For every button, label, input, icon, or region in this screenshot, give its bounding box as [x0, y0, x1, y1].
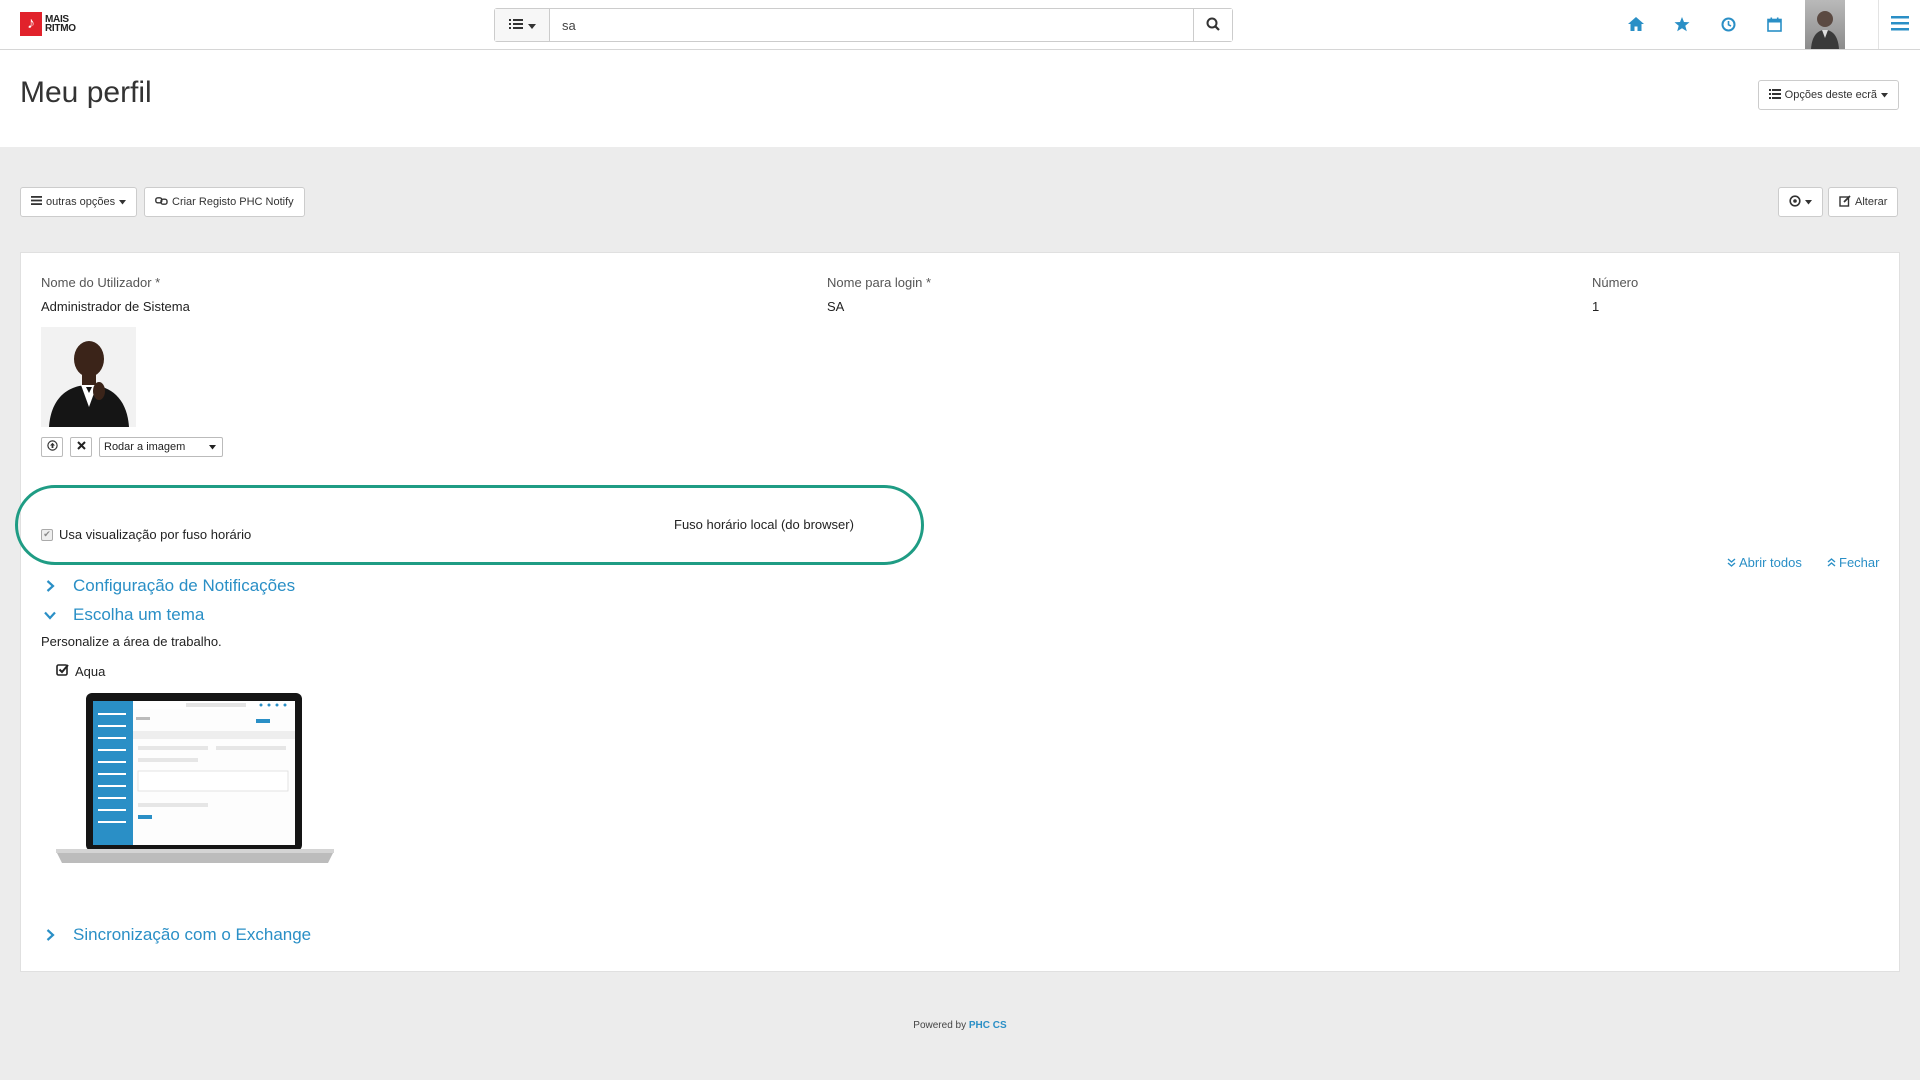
footer: Powered by PHC CS [0, 1020, 1920, 1031]
list-icon [1768, 88, 1781, 102]
rotate-image-label: Rodar a imagem [104, 441, 186, 453]
search-type-dropdown[interactable] [495, 9, 550, 41]
screen-options-button[interactable]: Opções deste ecrã [1757, 80, 1899, 110]
checked-square-icon [56, 663, 69, 679]
user-avatar[interactable] [1805, 0, 1845, 49]
theme-preview-image[interactable] [56, 691, 334, 871]
double-chevron-down-icon [1727, 555, 1736, 570]
chevron-down-icon [43, 608, 57, 622]
number-label: Número [1592, 275, 1639, 290]
top-bar: ♪ MAIS RITMO [0, 0, 1920, 50]
caret-down-icon [119, 196, 127, 208]
link-icon [155, 196, 168, 208]
caret-down-icon [209, 441, 216, 453]
page-title: Meu perfil [20, 76, 152, 109]
rotate-image-select[interactable]: Rodar a imagem [99, 437, 223, 457]
user-name-value: Administrador de Sistema [41, 299, 190, 314]
user-name-label: Nome do Utilizador * [41, 275, 161, 290]
edit-icon [1839, 194, 1851, 210]
hamburger-icon [1890, 15, 1909, 34]
logo-mark-icon: ♪ [20, 12, 42, 36]
powered-by-label: Powered by [913, 1020, 967, 1031]
search-icon [1206, 17, 1220, 34]
theme-option-aqua[interactable]: Aqua [56, 663, 105, 679]
close-all-link[interactable]: Fechar [1827, 555, 1879, 570]
clock-icon[interactable] [1716, 12, 1740, 36]
open-all-link[interactable]: Abrir todos [1727, 555, 1802, 570]
edit-button[interactable]: Alterar [1828, 187, 1899, 217]
section-notifications[interactable]: Configuração de Notificações [43, 576, 295, 596]
page-header: Meu perfil Opções deste ecrã [0, 50, 1920, 147]
search-input[interactable] [550, 9, 1193, 41]
main-menu-button[interactable] [1878, 0, 1920, 49]
section-theme-title: Escolha um tema [73, 605, 205, 624]
chevron-right-icon [43, 928, 57, 942]
login-name-label: Nome para login * [827, 275, 932, 290]
checkbox-checked-icon: ✔ [41, 528, 53, 541]
close-all-label: Fechar [1839, 555, 1880, 570]
screen-options-label: Opções deste ecrã [1784, 89, 1877, 101]
upload-image-button[interactable] [41, 437, 63, 457]
search-bar [494, 8, 1233, 42]
other-options-label: outras opções [46, 196, 116, 208]
edit-label: Alterar [1855, 196, 1888, 208]
hamburger-icon [31, 196, 42, 208]
caret-down-icon [1805, 196, 1812, 208]
home-icon[interactable] [1624, 12, 1648, 36]
star-icon[interactable] [1670, 12, 1694, 36]
theme-description: Personalize a área de trabalho. [41, 634, 222, 649]
section-exchange-sync[interactable]: Sincronização com o Exchange [43, 925, 311, 945]
settings-icon [1789, 194, 1801, 210]
profile-panel: Nome do Utilizador * Administrador de Si… [15, 252, 1900, 972]
app-logo[interactable]: ♪ MAIS RITMO [20, 12, 76, 36]
create-notify-button[interactable]: Criar Registo PHC Notify [144, 187, 305, 217]
chevron-right-icon [43, 579, 57, 593]
actions-dropdown-button[interactable] [1778, 187, 1823, 217]
open-all-label: Abrir todos [1739, 555, 1802, 570]
remove-image-button[interactable] [70, 437, 92, 457]
list-icon [508, 18, 523, 33]
caret-down-icon [527, 18, 536, 33]
other-options-button[interactable]: outras opções [20, 187, 138, 217]
login-name-value: SA [827, 299, 845, 314]
section-exchange-title: Sincronização com o Exchange [73, 925, 312, 944]
calendar-icon[interactable] [1762, 12, 1786, 36]
section-notifications-title: Configuração de Notificações [73, 576, 296, 595]
upload-icon [46, 440, 58, 454]
timezone-checkbox[interactable]: ✔ Usa visualização por fuso horário [41, 527, 251, 542]
logo-text: MAIS RITMO [45, 14, 76, 34]
close-icon [76, 441, 86, 453]
timezone-checkbox-label: Usa visualização por fuso horário [59, 527, 252, 542]
footer-brand-link[interactable]: PHC CS [969, 1020, 1007, 1031]
local-timezone-label: Fuso horário local (do browser) [674, 517, 854, 532]
double-chevron-up-icon [1827, 555, 1836, 570]
theme-option-label: Aqua [75, 663, 106, 679]
section-theme[interactable]: Escolha um tema [43, 605, 204, 625]
profile-photo [41, 327, 136, 427]
search-button[interactable] [1193, 9, 1232, 41]
caret-down-icon [1881, 89, 1888, 101]
create-notify-label: Criar Registo PHC Notify [172, 196, 294, 208]
number-value: 1 [1592, 299, 1600, 314]
